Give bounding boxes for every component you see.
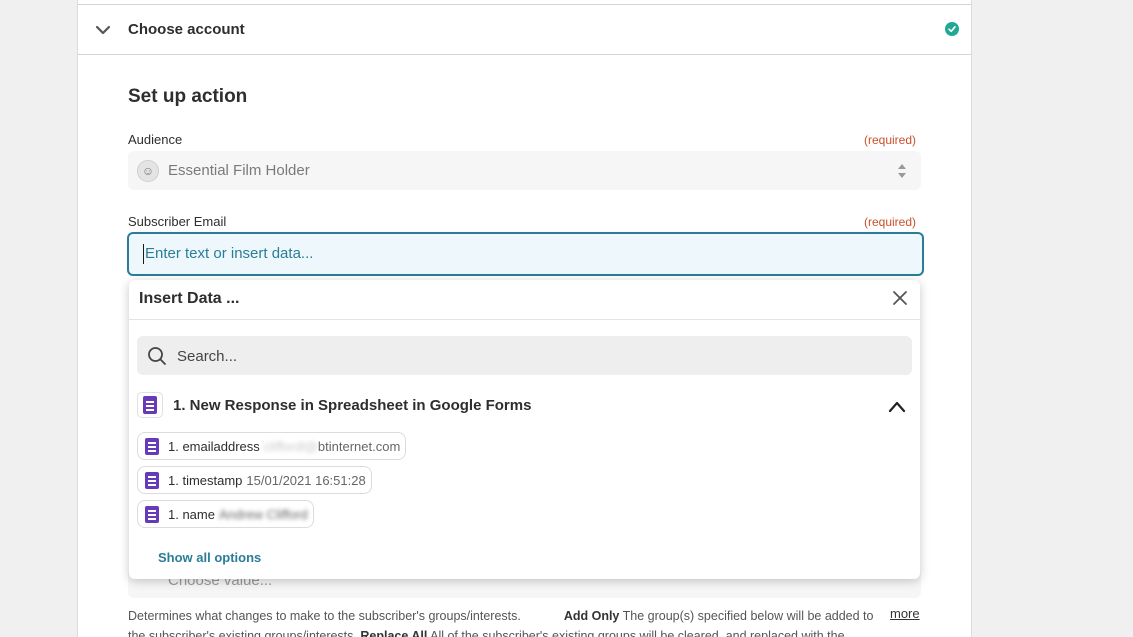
data-item-timestamp[interactable]: 1. timestamp 15/01/2021 16:51:28 [137, 466, 372, 494]
subscriber-email-input[interactable]: Enter text or insert data... [127, 232, 924, 276]
search-icon [148, 347, 166, 365]
audience-value: Essential Film Holder [168, 162, 310, 179]
data-item-key: 1. emailaddress [168, 438, 260, 454]
sort-arrows-icon [898, 164, 906, 178]
chevron-down-icon[interactable] [95, 22, 111, 38]
data-item-value: Andrew Clifford [218, 506, 308, 522]
help-text: Determines what changes to make to the s… [128, 609, 874, 637]
data-item-value: 15/01/2021 16:51:28 [246, 472, 366, 488]
search-input[interactable]: Search... [137, 336, 912, 375]
check-circle-icon [945, 22, 959, 36]
data-item-value: cliffordl@btinternet.com [263, 438, 401, 454]
google-forms-icon [137, 392, 163, 418]
data-item-name[interactable]: 1. name Andrew Clifford [137, 500, 314, 528]
data-item-key: 1. name [168, 506, 215, 522]
insert-data-title: Insert Data ... [139, 290, 240, 307]
editor-panel: Choose account Set up action Audience (r… [77, 0, 972, 637]
google-forms-icon [145, 505, 159, 523]
choose-account-title: Choose account [128, 21, 245, 38]
section-title: Set up action [128, 86, 248, 107]
text-caret [143, 244, 144, 264]
close-icon[interactable] [892, 290, 908, 306]
data-group-header[interactable]: 1. New Response in Spreadsheet in Google… [137, 392, 912, 420]
show-all-options-link[interactable]: Show all options [158, 550, 261, 565]
google-forms-icon [145, 471, 159, 489]
data-group-title: 1. New Response in Spreadsheet in Google… [173, 397, 532, 414]
audience-select[interactable]: ☺ Essential Film Holder [128, 151, 921, 190]
more-link[interactable]: more [890, 606, 920, 621]
data-item-emailaddress[interactable]: 1. emailaddress cliffordl@btinternet.com [137, 432, 407, 460]
mailchimp-icon: ☺ [137, 160, 159, 182]
subscriber-email-placeholder: Enter text or insert data... [145, 245, 314, 262]
required-label: (required) [864, 215, 917, 229]
google-forms-icon [145, 437, 159, 455]
audience-label: Audience [128, 132, 183, 147]
subscriber-email-label: Subscriber Email [128, 214, 227, 229]
search-placeholder: Search... [177, 348, 238, 365]
data-item-key: 1. timestamp [168, 472, 243, 488]
divider [129, 319, 920, 320]
choose-account-header[interactable]: Choose account [78, 4, 971, 55]
insert-data-dropdown: Insert Data ... Search... 1. New Respons… [129, 280, 920, 579]
required-label: (required) [864, 133, 917, 147]
chevron-up-icon[interactable] [888, 398, 906, 416]
